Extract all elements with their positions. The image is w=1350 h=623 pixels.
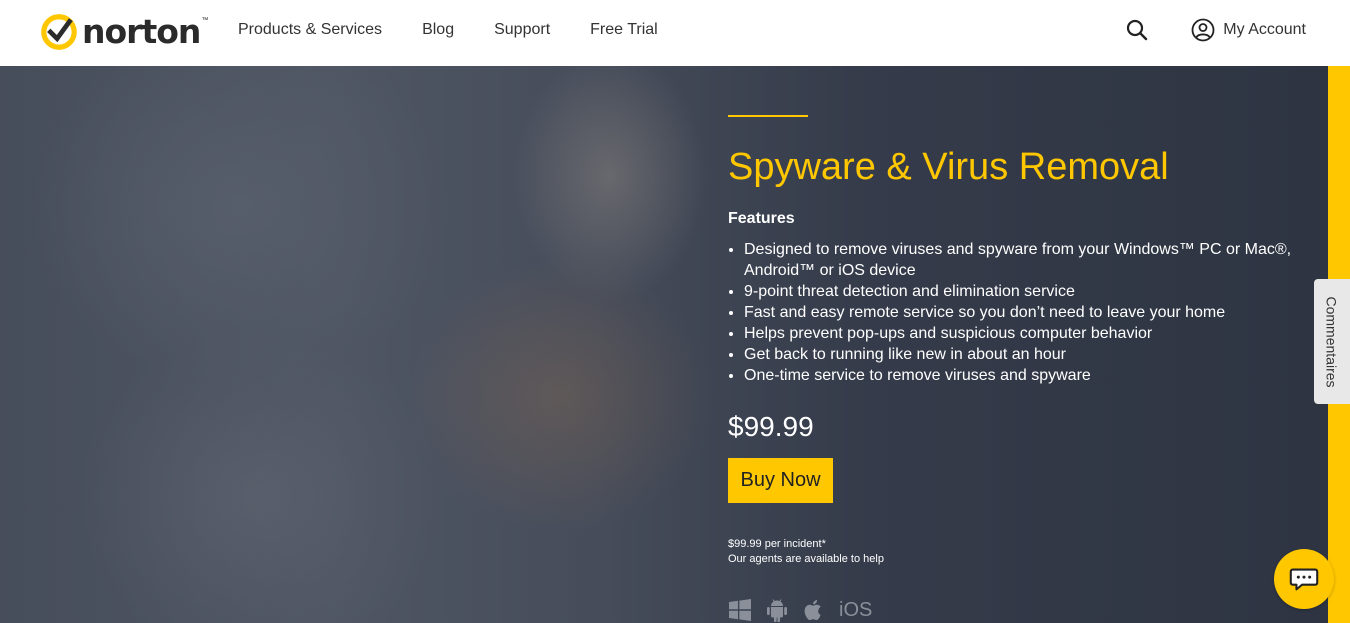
price: $99.99	[728, 411, 814, 442]
android-icon	[767, 599, 787, 622]
feature-item: Helps prevent pop-ups and suspicious com…	[744, 323, 1314, 344]
page-title: Spyware & Virus Removal	[728, 146, 1169, 188]
agents-note: Our agents are available to help	[728, 553, 884, 565]
feature-item: 9-point threat detection and elimination…	[744, 281, 1314, 302]
feature-item: Designed to remove viruses and spyware f…	[744, 239, 1314, 281]
nav-support[interactable]: Support	[494, 21, 550, 39]
nav-products-services[interactable]: Products & Services	[238, 21, 382, 39]
apple-icon	[804, 600, 821, 621]
account-icon	[1191, 18, 1215, 42]
hero-section: Spyware & Virus Removal Features Designe…	[0, 66, 1328, 623]
brand-wordmark: norton	[82, 11, 201, 51]
nav-free-trial[interactable]: Free Trial	[590, 21, 658, 39]
platform-icons: iOS	[728, 598, 872, 622]
buy-now-button[interactable]: Buy Now	[728, 458, 833, 503]
ios-label: iOS	[839, 598, 873, 621]
norton-logo[interactable]: norton ™	[40, 12, 208, 52]
nav-blog[interactable]: Blog	[422, 21, 454, 39]
chat-bubble-icon	[1289, 568, 1319, 591]
chat-button[interactable]	[1274, 549, 1334, 609]
price-note: $99.99 per incident*	[728, 538, 826, 550]
trademark-symbol: ™	[201, 16, 209, 24]
search-icon[interactable]	[1125, 18, 1149, 42]
site-header: norton ™ Products & Services Blog Suppor…	[0, 0, 1350, 66]
my-account-link[interactable]: My Account	[1191, 18, 1306, 42]
feedback-tab[interactable]: Commentaires	[1314, 279, 1350, 404]
norton-check-icon	[41, 14, 77, 50]
windows-icon	[729, 599, 751, 621]
main-nav: Products & Services Blog Support Free Tr…	[238, 0, 698, 60]
feedback-tab-label: Commentaires	[1324, 295, 1340, 388]
accent-divider	[728, 115, 808, 117]
header-actions: My Account	[1125, 0, 1306, 60]
feature-item: Get back to running like new in about an…	[744, 344, 1314, 365]
feature-item: One-time service to remove viruses and s…	[744, 365, 1314, 386]
features-heading: Features	[728, 210, 795, 227]
features-list: Designed to remove viruses and spyware f…	[728, 239, 1314, 386]
my-account-label: My Account	[1223, 21, 1306, 38]
feature-item: Fast and easy remote service so you don’…	[744, 302, 1314, 323]
